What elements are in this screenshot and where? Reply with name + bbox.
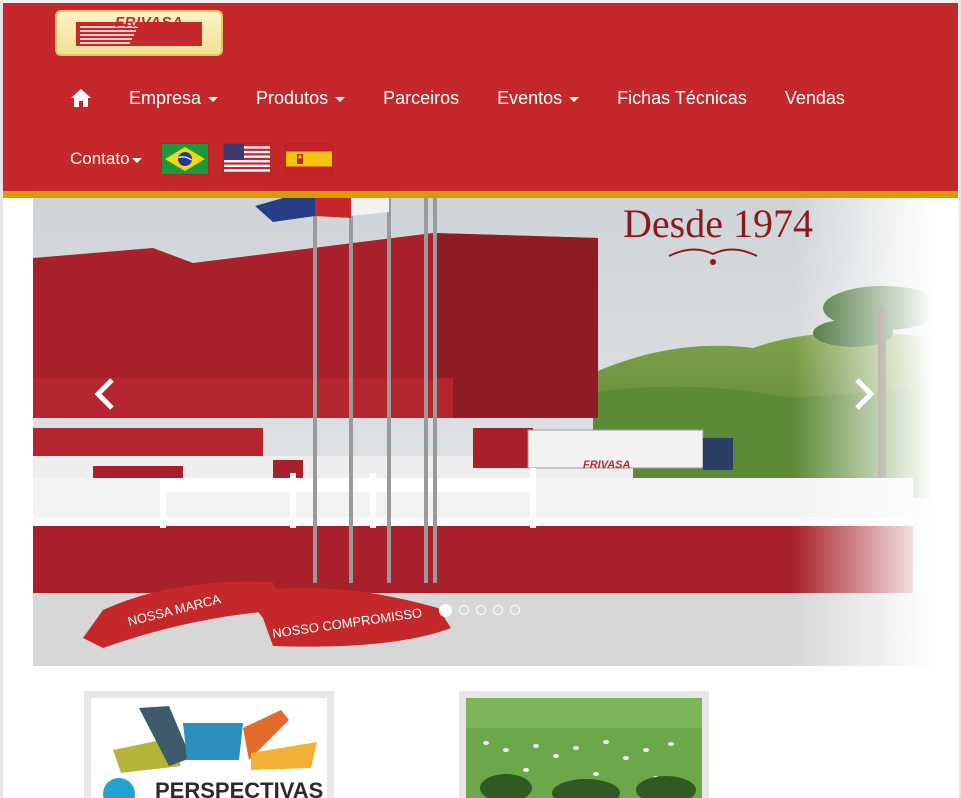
hero-slide-image: FRIVASA NOSSA MARCA NOSSO COMPROMISSO — [33, 198, 933, 666]
carousel-indicator-2[interactable] — [458, 605, 469, 615]
chevron-left-icon — [94, 378, 114, 410]
thumb-perspectivas[interactable]: PERSPECTIVAS — [84, 691, 334, 798]
carousel-prev-button[interactable] — [88, 374, 128, 414]
caret-down-icon — [335, 96, 346, 102]
caret-down-icon — [131, 157, 142, 163]
home-icon — [71, 89, 91, 107]
nav-vendas-label: Vendas — [784, 87, 845, 108]
carousel-indicator-4[interactable] — [492, 605, 503, 615]
logo-text: FRIVASA — [115, 14, 184, 31]
nav-eventos-label: Eventos — [497, 87, 563, 108]
nav-vendas[interactable]: Vendas — [766, 73, 864, 123]
nav-contato[interactable]: Contato — [53, 136, 154, 182]
carousel-indicator-1[interactable] — [438, 604, 452, 617]
nav-produtos-label: Produtos — [256, 87, 329, 108]
thumb-perspectivas-title: PERSPECTIVAS — [155, 778, 323, 798]
nav-empresa-label: Empresa — [129, 87, 202, 108]
caret-down-icon — [569, 96, 580, 102]
nav-fichas-tecnicas-label: Fichas Técnicas — [617, 87, 747, 108]
flag-brazil-icon[interactable] — [161, 144, 208, 174]
carousel-indicator-5[interactable] — [509, 605, 520, 615]
frivasa-logo[interactable]: FRIVASA — [55, 10, 223, 56]
carousel-next-button[interactable] — [841, 374, 881, 414]
nav-fichas-tecnicas[interactable]: Fichas Técnicas — [598, 73, 766, 123]
carousel-indicator-3[interactable] — [475, 605, 486, 615]
thumb-pasture[interactable] — [459, 691, 709, 798]
hero-carousel[interactable]: FRIVASA NOSSA MARCA NOSSO COMPROMISSO De… — [33, 198, 933, 666]
nav-eventos[interactable]: Eventos — [478, 73, 598, 123]
secondary-nav: Contato — [53, 136, 340, 182]
caret-down-icon — [208, 96, 219, 102]
nav-empresa[interactable]: Empresa — [110, 73, 237, 123]
flag-spain-icon[interactable] — [285, 144, 332, 174]
thumb-perspectivas-image: PERSPECTIVAS — [91, 698, 327, 798]
nav-parceiros[interactable]: Parceiros — [364, 73, 478, 123]
hero-headline: Desde 1974 — [623, 201, 813, 246]
nav-contato-label: Contato — [70, 149, 130, 168]
site-header: FRIVASA Empresa Produtos Parceiros Event… — [3, 3, 958, 191]
nav-home[interactable] — [53, 73, 110, 123]
header-border — [3, 191, 958, 198]
truck-label: FRIVASA — [583, 459, 631, 471]
nav-produtos[interactable]: Produtos — [237, 73, 364, 123]
main-nav: Empresa Produtos Parceiros Eventos Ficha… — [53, 73, 864, 123]
chevron-right-icon — [855, 378, 875, 410]
thumb-pasture-image — [466, 698, 702, 798]
flag-usa-icon[interactable] — [223, 144, 270, 174]
nav-parceiros-label: Parceiros — [383, 87, 460, 108]
carousel-indicators — [435, 604, 523, 617]
